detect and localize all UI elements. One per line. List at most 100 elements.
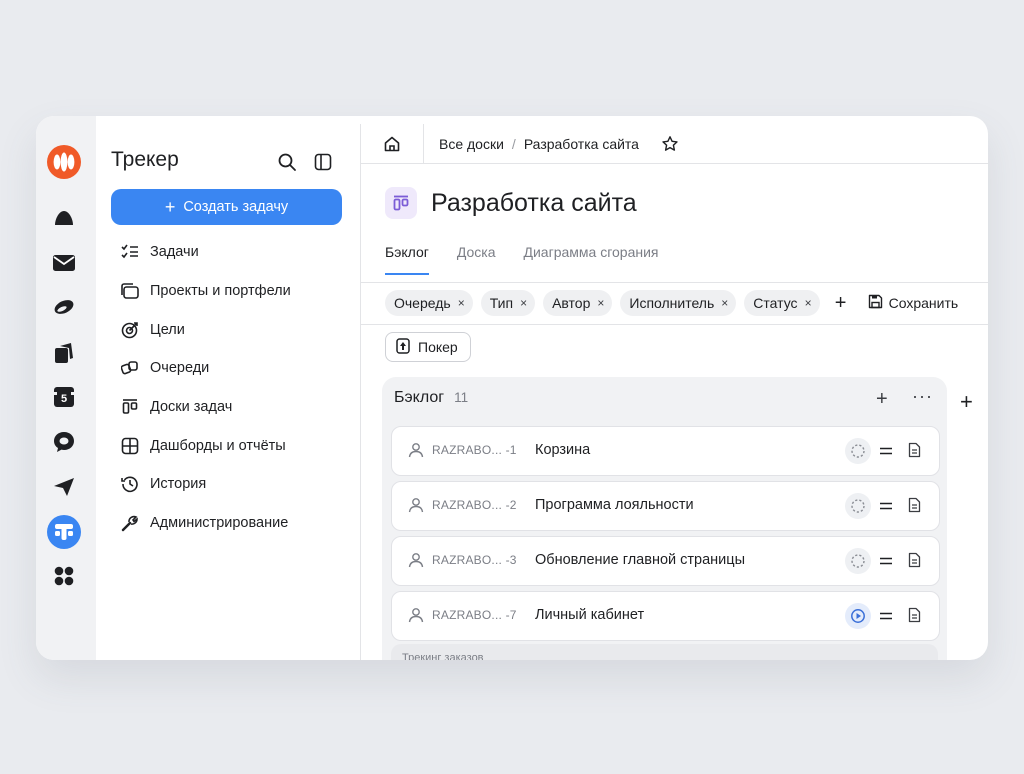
sidebar-item-tasks[interactable]: Задачи	[120, 233, 350, 272]
home-icon[interactable]	[361, 124, 424, 163]
plus-icon: +	[164, 197, 176, 217]
telemost-icon[interactable]	[46, 289, 82, 325]
filter-chip-queue[interactable]: Очередь ×	[385, 290, 473, 316]
save-label: Сохранить	[888, 295, 959, 311]
priority-normal-icon[interactable]	[879, 499, 893, 517]
close-icon[interactable]: ×	[597, 296, 604, 310]
page-header: Разработка сайта	[385, 187, 637, 219]
sidebar-item-label: История	[150, 476, 207, 493]
status-open-icon[interactable]	[845, 438, 871, 464]
priority-normal-icon[interactable]	[879, 444, 893, 462]
top-bar: Все доски / Разработка сайта	[361, 124, 988, 164]
tab-burndown[interactable]: Диаграмма сгорания	[524, 244, 659, 275]
task-card[interactable]: RAZRABO... -1 Корзина	[391, 426, 940, 476]
board-tabs: Бэклог Доска Диаграмма сгорания	[385, 244, 658, 275]
sidebar-item-goals[interactable]: Цели	[120, 310, 350, 349]
swimlane-title: Трекинг заказов	[402, 652, 484, 660]
filter-chip-status[interactable]: Статус ×	[744, 290, 820, 316]
save-filters-button[interactable]: Сохранить	[868, 294, 959, 312]
create-task-label: Создать задачу	[183, 199, 289, 215]
tab-backlog[interactable]: Бэклог	[385, 244, 429, 275]
task-number: -7	[505, 608, 517, 622]
goals-icon	[120, 320, 140, 340]
sidebar-item-admin[interactable]: Администрирование	[120, 504, 350, 543]
close-icon[interactable]: ×	[721, 296, 728, 310]
filter-bar: Очередь × Тип × Автор × Исполнитель × Статус…	[385, 290, 988, 316]
filter-chip-assignee[interactable]: Исполнитель ×	[620, 290, 737, 316]
backlog-header: Бэклог 11	[394, 389, 468, 407]
toggle-sidebar-icon[interactable]	[312, 151, 334, 173]
add-task-button[interactable]: +	[876, 388, 888, 411]
close-icon[interactable]: ×	[520, 296, 527, 310]
history-icon	[120, 474, 140, 494]
filter-chip-author[interactable]: Автор ×	[543, 290, 613, 316]
filter-label: Очередь	[394, 295, 451, 311]
boards-icon	[120, 397, 140, 417]
filters-divider	[361, 324, 988, 325]
task-title: Корзина	[535, 442, 591, 458]
task-card[interactable]: RAZRABO... -2 Программа лояльности	[391, 481, 940, 531]
poker-icon	[396, 337, 410, 357]
filter-chip-type[interactable]: Тип ×	[480, 290, 536, 316]
user-icon	[408, 607, 424, 628]
task-number: -3	[505, 553, 517, 567]
apps-grid-icon[interactable]	[46, 558, 82, 594]
document-icon[interactable]	[908, 497, 921, 518]
sidebar-item-boards[interactable]: Доски задач	[120, 388, 350, 427]
sidebar-item-label: Доски задач	[150, 399, 233, 416]
sidebar-item-queues[interactable]: Очереди	[120, 349, 350, 388]
backlog-count: 11	[454, 390, 469, 405]
swimlane-header[interactable]: Трекинг заказов	[391, 644, 938, 660]
yandex360-logo-icon[interactable]	[46, 144, 82, 180]
task-queue-key: RAZRABO...	[432, 443, 503, 457]
sidebar-item-label: Очереди	[150, 360, 210, 377]
page-title: Разработка сайта	[431, 188, 637, 217]
tabs-divider	[361, 282, 988, 283]
add-column-button[interactable]: +	[960, 389, 973, 415]
filter-label: Исполнитель	[629, 295, 715, 311]
cloud-icon[interactable]	[46, 200, 82, 236]
user-icon	[408, 497, 424, 518]
projects-icon	[120, 281, 140, 301]
document-icon[interactable]	[908, 607, 921, 628]
sidebar-item-dashboards[interactable]: Дашборды и отчёты	[120, 426, 350, 465]
task-key: RAZRABO... -3	[432, 553, 517, 567]
sidebar-item-history[interactable]: История	[120, 465, 350, 504]
priority-normal-icon[interactable]	[879, 609, 893, 627]
star-icon[interactable]	[661, 135, 679, 153]
task-queue-key: RAZRABO...	[432, 553, 503, 567]
tracker-sidebar: Трекер + Создать задачу Задачи Проекты и…	[96, 124, 361, 660]
tab-board[interactable]: Доска	[457, 244, 496, 275]
close-icon[interactable]: ×	[458, 296, 465, 310]
messenger-icon[interactable]	[46, 424, 82, 460]
status-open-icon[interactable]	[845, 493, 871, 519]
create-task-button[interactable]: + Создать задачу	[111, 189, 342, 225]
backlog-title: Бэклог	[394, 389, 445, 406]
task-card[interactable]: RAZRABO... -3 Обновление главной страниц…	[391, 536, 940, 586]
status-in-progress-icon[interactable]	[845, 603, 871, 629]
sidebar-nav: Задачи Проекты и портфели Цели Очереди Д…	[120, 233, 350, 543]
document-icon[interactable]	[908, 552, 921, 573]
task-card[interactable]: RAZRABO... -7 Личный кабинет	[391, 591, 940, 641]
docs-icon[interactable]	[46, 335, 82, 371]
close-icon[interactable]: ×	[805, 296, 812, 310]
calendar-icon[interactable]: 5	[46, 379, 82, 415]
status-open-icon[interactable]	[845, 548, 871, 574]
document-icon[interactable]	[908, 442, 921, 463]
tracker-icon[interactable]	[46, 514, 82, 550]
priority-normal-icon[interactable]	[879, 554, 893, 572]
send-icon[interactable]	[46, 469, 82, 505]
calendar-day: 5	[61, 393, 67, 405]
sidebar-item-projects[interactable]: Проекты и портфели	[120, 272, 350, 311]
breadcrumb-all-boards[interactable]: Все доски	[439, 136, 504, 152]
filter-label: Тип	[489, 295, 514, 311]
sidebar-item-label: Дашборды и отчёты	[150, 437, 286, 454]
backlog-column: Бэклог 11 + ··· RAZRABO... -1 Корзина RA…	[382, 377, 947, 660]
add-filter-button[interactable]: +	[828, 290, 854, 316]
task-queue-key: RAZRABO...	[432, 498, 503, 512]
mail-icon[interactable]	[46, 245, 82, 281]
filter-label: Автор	[552, 295, 591, 311]
search-icon[interactable]	[276, 151, 298, 173]
poker-button[interactable]: Покер	[385, 332, 471, 362]
more-options-button[interactable]: ···	[912, 386, 933, 407]
